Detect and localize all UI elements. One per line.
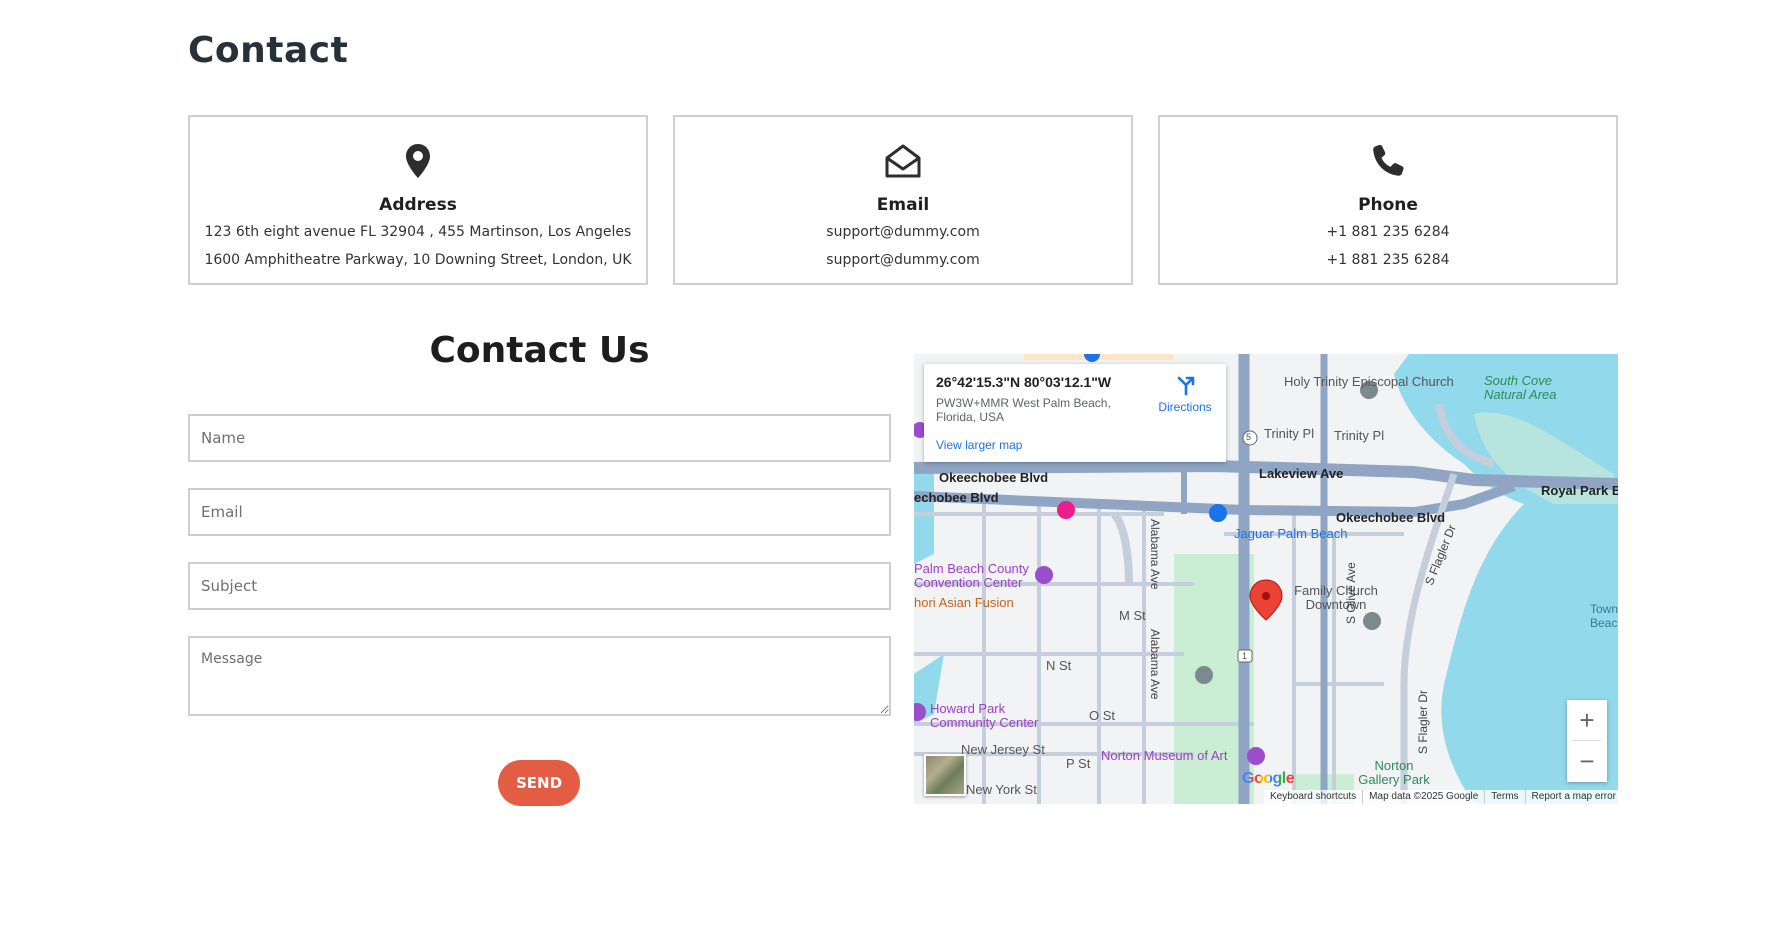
phone-line-2[interactable]: +1 881 235 6284: [1160, 252, 1616, 268]
map-label-holy-trinity: Holy Trinity Episcopal Church: [1284, 374, 1454, 389]
zoom-controls: + −: [1567, 700, 1607, 782]
envelope-open-icon: [883, 141, 923, 181]
map-coordinates: 26°42'15.3"N 80°03'12.1"W: [936, 374, 1112, 390]
map-label-convention-center: Palm Beach County Convention Center: [914, 561, 1029, 590]
send-button[interactable]: SEND: [498, 760, 580, 806]
directions-button[interactable]: Directions: [1152, 374, 1218, 414]
message-textarea[interactable]: [188, 636, 891, 716]
map-pin-icon: [398, 141, 438, 181]
phone-card: Phone +1 881 235 6284 +1 881 235 6284: [1158, 115, 1618, 285]
map-label-trinity-pl: Trinity Pl: [1264, 426, 1315, 441]
name-input[interactable]: [188, 414, 891, 462]
map-label-town-beach: Town Beac: [1590, 602, 1618, 630]
terms-link[interactable]: Terms: [1484, 790, 1524, 804]
report-map-error-link[interactable]: Report a map error: [1524, 790, 1618, 804]
map-data-credit: Map data ©2025 Google: [1362, 790, 1484, 804]
map-label-m-st: M St: [1119, 608, 1146, 623]
phone-title: Phone: [1358, 195, 1418, 215]
view-larger-map-link[interactable]: View larger map: [936, 438, 1022, 452]
map-label-alabama-2: Alabama Ave: [1148, 629, 1162, 700]
page-title: Contact: [188, 30, 349, 71]
form-title: Contact Us: [429, 330, 650, 371]
email-card: Email support@dummy.com support@dummy.co…: [673, 115, 1133, 285]
map-attribution-bar: Keyboard shortcuts Map data ©2025 Google…: [1264, 790, 1618, 804]
map-label-asian-fusion: hori Asian Fusion: [914, 595, 1014, 610]
map-label-trinity-pl-2: Trinity Pl: [1334, 428, 1385, 443]
map-label-jaguar: Jaguar Palm Beach: [1234, 526, 1348, 541]
map-label-o-st: O St: [1089, 708, 1116, 723]
map-plus-code-address: PW3W+MMR West Palm Beach, Florida, USA: [936, 396, 1111, 424]
directions-icon: [1152, 374, 1218, 398]
email-title: Email: [876, 195, 930, 215]
map-label-okeechobee-1: Okeechobee Blvd: [939, 470, 1049, 485]
map-label-royal-palm: Royal Park B: [1541, 483, 1618, 498]
map-label-n-st: N St: [1046, 658, 1072, 673]
address-line-1: 123 6th eight avenue FL 32904 , 455 Mart…: [204, 224, 632, 240]
address-line-2: 1600 Amphitheatre Parkway, 10 Downing St…: [204, 252, 632, 268]
map-label-new-york: New York St: [966, 782, 1037, 797]
map-label-family-church: Family Church Downtown: [1294, 583, 1378, 612]
directions-label: Directions: [1158, 400, 1212, 414]
map-info-card: 26°42'15.3"N 80°03'12.1"W PW3W+MMR West …: [924, 364, 1226, 462]
map-label-howard-park: Howard Park Community Center: [930, 701, 1039, 730]
map-label-alabama-1: Alabama Ave: [1148, 519, 1162, 590]
map-label-s-olive: S Olive Ave: [1344, 562, 1358, 624]
address-title: Address: [379, 195, 457, 215]
map-label-okeechobee-2: echobee Blvd: [914, 490, 999, 505]
map-route-1: 1: [1242, 651, 1248, 661]
keyboard-shortcuts-link[interactable]: Keyboard shortcuts: [1264, 790, 1362, 804]
map-label-south-cove: South Cove Natural Area: [1484, 373, 1557, 402]
satellite-toggle-button[interactable]: [924, 754, 966, 796]
subject-input[interactable]: [188, 562, 891, 610]
embedded-map[interactable]: Holy Trinity Episcopal Church South Cove…: [914, 354, 1618, 804]
email-line-1[interactable]: support@dummy.com: [675, 224, 1131, 240]
map-label-norton-gallery: Norton Gallery Park: [1358, 758, 1430, 787]
map-label-okeechobee-3: Okeechobee Blvd: [1336, 510, 1446, 525]
google-logo: Google: [1242, 770, 1295, 787]
phone-icon: [1368, 141, 1408, 181]
map-label-s-flagler-2: S Flagler Dr: [1416, 689, 1430, 754]
map-label-new-jersey: New Jersey St: [961, 742, 1045, 757]
phone-line-1[interactable]: +1 881 235 6284: [1160, 224, 1616, 240]
zoom-in-button[interactable]: +: [1567, 700, 1607, 740]
email-line-2[interactable]: support@dummy.com: [675, 252, 1131, 268]
map-label-p-st: P St: [1066, 756, 1091, 771]
map-label-norton-museum: Norton Museum of Art: [1101, 748, 1228, 763]
contact-form: Contact Us SEND: [188, 330, 891, 806]
email-input[interactable]: [188, 488, 891, 536]
map-label-lakeview: Lakeview Ave: [1259, 466, 1344, 481]
address-card: Address 123 6th eight avenue FL 32904 , …: [188, 115, 648, 285]
map-route-5: 5: [1246, 432, 1252, 442]
zoom-out-button[interactable]: −: [1567, 741, 1607, 781]
contact-cards: Address 123 6th eight avenue FL 32904 , …: [188, 115, 1618, 287]
